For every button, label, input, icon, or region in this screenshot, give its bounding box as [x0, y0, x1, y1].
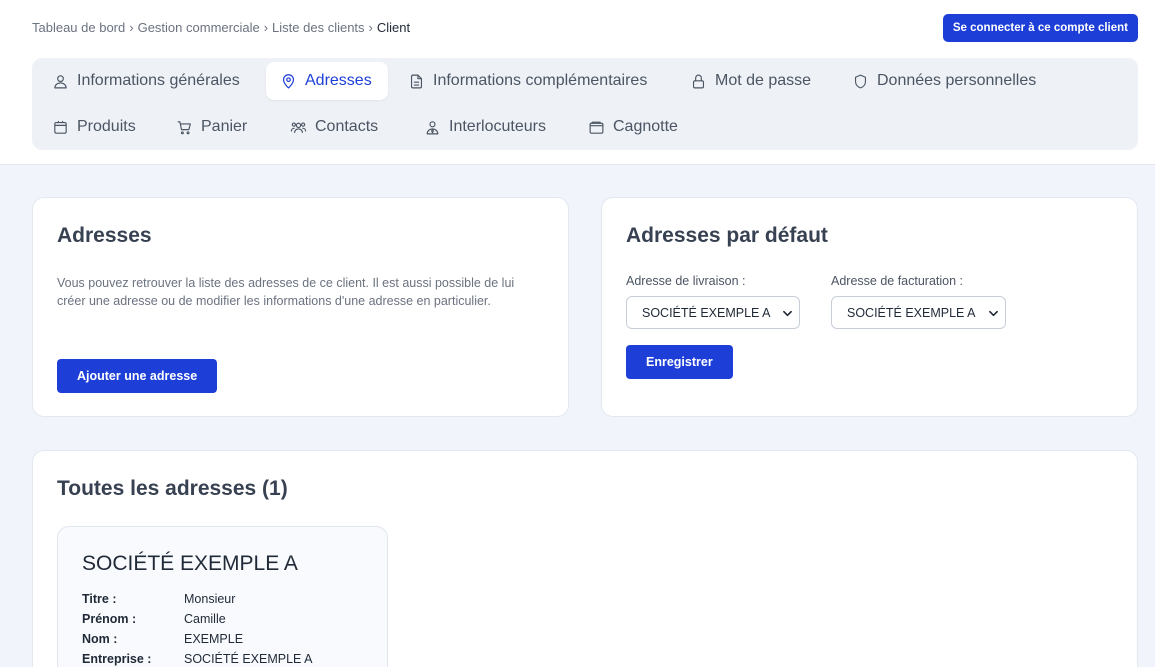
delivery-address-label: Adresse de livraison : — [626, 274, 746, 288]
tab-contacts[interactable]: Contacts — [272, 108, 394, 146]
field-value: Camille — [184, 612, 226, 626]
breadcrumb-item-dashboard[interactable]: Tableau de bord — [32, 20, 125, 35]
default-addresses-card: Adresses par défaut Adresse de livraison… — [601, 197, 1138, 417]
tab-label: Contacts — [315, 118, 379, 135]
addresses-card: Adresses Vous pouvez retrouver la liste … — [32, 197, 569, 417]
billing-address-value: SOCIÉTÉ EXEMPLE A — [847, 305, 976, 320]
addresses-card-title: Adresses — [57, 224, 152, 247]
breadcrumb-current: Client — [376, 20, 411, 35]
address-name: SOCIÉTÉ EXEMPLE A — [82, 552, 298, 575]
lock-icon — [692, 74, 705, 88]
tab-general-info[interactable]: Informations générales — [34, 62, 256, 100]
map-pin-icon — [282, 73, 295, 88]
users-icon — [290, 122, 307, 133]
field-label: Entreprise : — [82, 652, 152, 666]
tab-label: Cagnotte — [613, 118, 678, 135]
breadcrumb: Tableau de bord › Gestion commerciale › … — [32, 20, 410, 35]
breadcrumb-item-client-list[interactable]: Liste des clients — [272, 20, 365, 35]
default-addresses-title: Adresses par défaut — [626, 224, 828, 247]
tab-label: Produits — [77, 118, 136, 135]
breadcrumb-separator: › — [368, 20, 373, 35]
tab-label: Adresses — [305, 72, 372, 89]
field-value: EXEMPLE — [184, 632, 244, 646]
tab-label: Interlocuteurs — [449, 118, 546, 135]
tab-bar: Informations générales Adresses Informat… — [32, 58, 1138, 150]
cart-icon — [177, 120, 191, 134]
field-value: Monsieur — [184, 592, 236, 606]
delivery-address-value: SOCIÉTÉ EXEMPLE A — [642, 305, 771, 320]
tab-additional-info[interactable]: Informations complémentaires — [390, 62, 663, 100]
billing-address-label: Adresse de facturation : — [831, 274, 964, 288]
tab-products[interactable]: Produits — [34, 108, 152, 146]
tab-personal-data[interactable]: Données personnelles — [834, 62, 1052, 100]
tab-label: Informations générales — [77, 72, 240, 89]
addresses-description: Vous pouvez retrouver la liste des adres… — [57, 276, 515, 308]
user-tie-icon — [426, 120, 439, 134]
chevron-down-icon — [783, 310, 792, 317]
tab-interlocutors[interactable]: Interlocuteurs — [406, 108, 562, 146]
add-address-button[interactable]: Ajouter une adresse — [57, 359, 218, 393]
connect-as-client-button[interactable]: Se connecter à ce compte client — [942, 14, 1138, 42]
tab-label: Mot de passe — [715, 72, 812, 89]
billing-address-select[interactable]: SOCIÉTÉ EXEMPLE A — [831, 296, 1006, 329]
save-button[interactable]: Enregistrer — [626, 345, 733, 379]
box-icon — [54, 120, 67, 134]
tab-cart[interactable]: Panier — [158, 108, 263, 146]
breadcrumb-separator: › — [263, 20, 269, 35]
address-item[interactable]: SOCIÉTÉ EXEMPLE A Titre : Monsieur Préno… — [57, 526, 388, 667]
all-addresses-card: Toutes les adresses (1) SOCIÉTÉ EXEMPLE … — [32, 450, 1138, 667]
field-label: Nom : — [82, 632, 118, 646]
tab-addresses[interactable]: Adresses — [266, 62, 388, 100]
all-addresses-title: Toutes les adresses (1) — [57, 477, 288, 500]
tab-wallet[interactable]: Cagnotte — [570, 108, 694, 146]
shield-icon — [854, 74, 867, 88]
tab-label: Panier — [201, 118, 248, 135]
breadcrumb-separator: › — [129, 20, 134, 35]
field-label: Prénom : — [82, 612, 137, 626]
tab-password[interactable]: Mot de passe — [672, 62, 827, 100]
field-value: SOCIÉTÉ EXEMPLE A — [184, 652, 313, 666]
wallet-icon — [589, 121, 604, 134]
delivery-address-select[interactable]: SOCIÉTÉ EXEMPLE A — [626, 296, 800, 329]
breadcrumb-item-sales[interactable]: Gestion commerciale — [138, 20, 260, 35]
chevron-down-icon — [989, 310, 998, 317]
tab-label: Informations complémentaires — [433, 72, 648, 89]
field-label: Titre : — [82, 592, 117, 606]
document-icon — [410, 74, 423, 88]
user-icon — [54, 74, 67, 88]
top-bar: Tableau de bord › Gestion commerciale › … — [0, 0, 1155, 165]
tab-label: Données personnelles — [877, 72, 1037, 89]
